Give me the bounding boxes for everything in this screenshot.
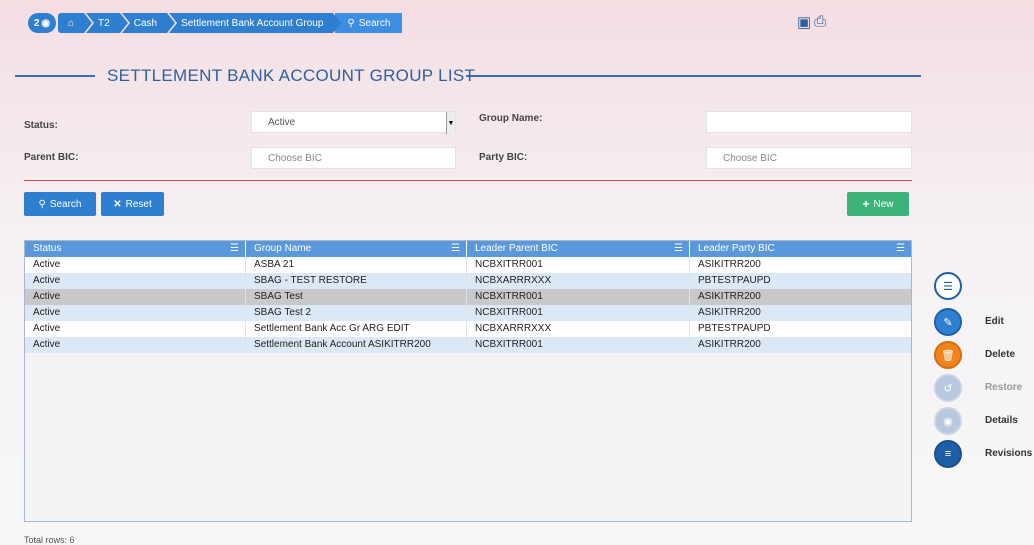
group-name-label: Group Name: (479, 113, 543, 124)
column-header-leader-party-bic[interactable]: Leader Party BIC ☰ (690, 241, 911, 257)
column-menu-icon[interactable]: ☰ (230, 241, 239, 257)
cell-status: Active (25, 273, 246, 289)
title-rule-left (15, 75, 95, 77)
search-icon: ⚲ (347, 17, 355, 29)
cell-status: Active (25, 305, 246, 321)
database-icon: ≡ (944, 448, 952, 460)
edit-icon: ✎ (943, 316, 953, 329)
table-row-selected[interactable]: Active SBAG Test NCBXITRR001 ASIKITRR200 (25, 289, 911, 305)
delete-label[interactable]: Delete (985, 349, 1015, 360)
cell-group-name: Settlement Bank Account ASIKITRR200 (246, 337, 467, 353)
close-icon: ✕ (113, 198, 122, 210)
cell-status: Active (25, 321, 246, 337)
parent-bic-field[interactable]: Choose BIC (251, 147, 456, 169)
total-rows: Total rows: 6 (24, 535, 75, 545)
breadcrumb-cash[interactable]: Cash (121, 13, 176, 33)
cell-group-name: SBAG - TEST RESTORE (246, 273, 467, 289)
cell-party-bic: PBTESTPAUPD (698, 275, 771, 286)
cell-party-bic: ASIKITRR200 (698, 259, 761, 270)
party-bic-field[interactable]: Choose BIC (706, 147, 912, 169)
revisions-label[interactable]: Revisions (985, 448, 1032, 459)
table-row[interactable]: Active Settlement Bank Acc Gr ARG EDIT N… (25, 321, 911, 337)
table-header: Status ☰ Group Name ☰ Leader Parent BIC ☰ L… (25, 241, 911, 257)
column-menu-icon[interactable]: ☰ (674, 241, 683, 257)
filter-divider (24, 180, 912, 181)
breadcrumb-sbag[interactable]: Settlement Bank Account Group (169, 13, 342, 33)
results-table: Status ☰ Group Name ☰ Leader Parent BIC ☰ L… (24, 240, 912, 522)
details-button[interactable]: ◉ (934, 407, 962, 435)
breadcrumb: 2 ◉ ⌂ T2 Cash Settlement Bank Account Gr… (28, 13, 404, 33)
parent-bic-label: Parent BIC: (24, 152, 79, 163)
action-menu-button[interactable]: ☰ (934, 272, 962, 300)
cell-parent-bic: NCBXARRRXXX (467, 321, 690, 337)
restore-label[interactable]: Restore (985, 382, 1022, 393)
cell-status: Active (25, 289, 246, 305)
new-button[interactable]: + New (847, 192, 909, 216)
print-icon[interactable]: ⎙ (814, 13, 826, 31)
list-icon: ☰ (943, 280, 953, 293)
cell-parent-bic: NCBXITRR001 (467, 257, 690, 273)
search-button[interactable]: ⚲ Search (24, 192, 96, 216)
breadcrumb-home[interactable]: ⌂ (58, 13, 93, 33)
badge-count: 2 (33, 17, 40, 29)
cell-status: Active (25, 257, 246, 273)
eye-icon: ◉ (41, 17, 51, 29)
save-icon[interactable]: ▣ (797, 13, 811, 31)
cell-party-bic: ASIKITRR200 (698, 291, 761, 302)
restore-icon: ↺ (943, 382, 953, 395)
page-title: SETTLEMENT BANK ACCOUNT GROUP LIST (107, 66, 476, 85)
revisions-button[interactable]: ≡ (934, 440, 962, 468)
status-label: Status: (24, 120, 58, 131)
cell-party-bic: ASIKITRR200 (698, 307, 761, 318)
restore-button[interactable]: ↺ (934, 374, 962, 402)
title-rule-right (466, 75, 921, 77)
toolbar-icons: ▣ ⎙ (797, 13, 826, 31)
column-header-status[interactable]: Status ☰ (25, 241, 246, 257)
chevron-down-icon[interactable]: ▼ (446, 112, 455, 134)
breadcrumb-search[interactable]: ⚲ Search (335, 13, 403, 33)
cell-parent-bic: NCBXITRR001 (467, 305, 690, 321)
home-icon: ⌂ (68, 17, 75, 29)
cell-parent-bic: NCBXITRR001 (467, 337, 690, 353)
table-row[interactable]: Active Settlement Bank Account ASIKITRR2… (25, 337, 911, 353)
edit-label[interactable]: Edit (985, 316, 1004, 327)
group-name-field[interactable] (706, 111, 912, 133)
party-bic-label: Party BIC: (479, 152, 528, 163)
cell-group-name: ASBA 21 (246, 257, 467, 273)
table-row[interactable]: Active SBAG - TEST RESTORE NCBXARRRXXX P… (25, 273, 911, 289)
status-select[interactable]: Active ▼ (251, 111, 456, 134)
cell-party-bic: ASIKITRR200 (698, 339, 761, 350)
cell-group-name: SBAG Test (246, 289, 467, 305)
search-icon: ⚲ (38, 198, 46, 210)
edit-button[interactable]: ✎ (934, 308, 962, 336)
delete-button[interactable]: 🗑 (934, 341, 962, 369)
cell-status: Active (25, 337, 246, 353)
eye-icon: ◉ (943, 415, 953, 428)
trash-icon: 🗑 (941, 349, 955, 362)
column-menu-icon[interactable]: ☰ (896, 241, 905, 257)
cell-parent-bic: NCBXARRRXXX (467, 273, 690, 289)
cell-group-name: SBAG Test 2 (246, 305, 467, 321)
cell-group-name: Settlement Bank Acc Gr ARG EDIT (246, 321, 467, 337)
details-label[interactable]: Details (985, 415, 1018, 426)
column-header-group-name[interactable]: Group Name ☰ (246, 241, 467, 257)
table-row[interactable]: Active SBAG Test 2 NCBXITRR001 ASIKITRR2… (25, 305, 911, 321)
cell-party-bic: PBTESTPAUPD (698, 323, 771, 334)
breadcrumb-count-badge[interactable]: 2 ◉ (28, 13, 56, 33)
column-menu-icon[interactable]: ☰ (451, 241, 460, 257)
table-row[interactable]: Active ASBA 21 NCBXITRR001 ASIKITRR200 (25, 257, 911, 273)
cell-parent-bic: NCBXITRR001 (467, 289, 690, 305)
plus-icon: + (862, 197, 870, 211)
reset-button[interactable]: ✕ Reset (101, 192, 164, 216)
column-header-leader-parent-bic[interactable]: Leader Parent BIC ☰ (467, 241, 690, 257)
